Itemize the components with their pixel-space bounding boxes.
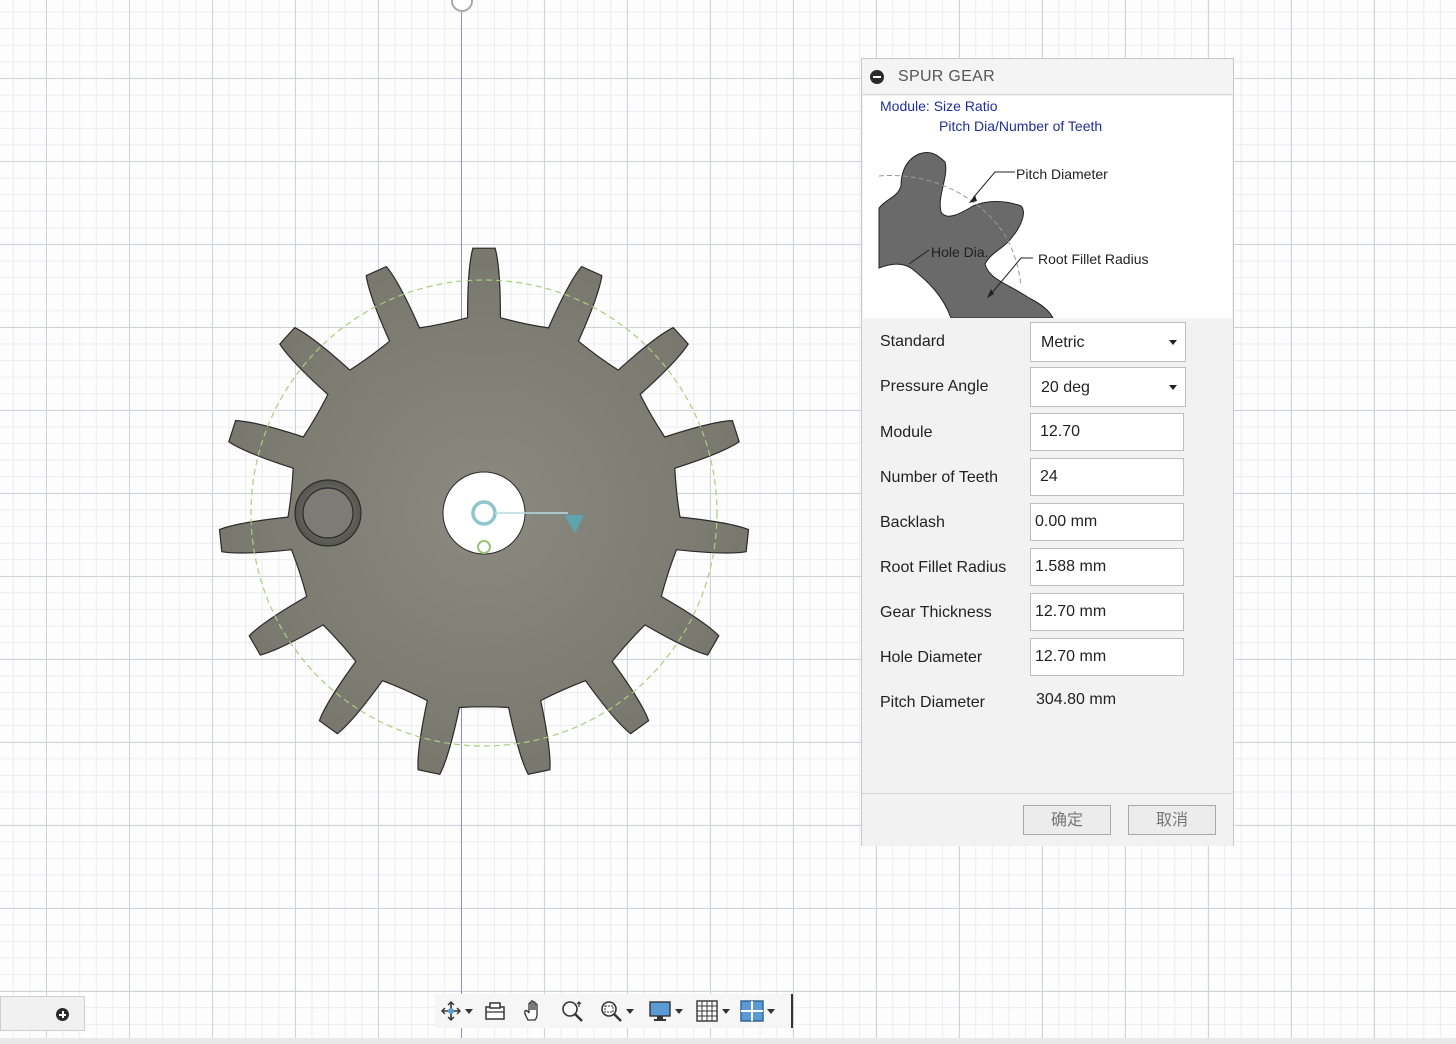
pan-icon xyxy=(524,1000,538,1021)
gear-thickness-label: Gear Thickness xyxy=(880,604,992,621)
help-text-line-1: Module: Size Ratio xyxy=(880,98,998,114)
pitch-diameter-value: 304.80 mm xyxy=(1036,691,1117,708)
pressure-angle-label: Pressure Angle xyxy=(880,378,989,395)
help-panel: Module: Size Ratio Pitch Dia/Number of T… xyxy=(863,96,1232,318)
root-fillet-radius-row: Root Fillet Radius 1.588 mm xyxy=(880,548,1220,588)
viewports-icon xyxy=(739,1000,764,1022)
display-settings-icon xyxy=(648,1001,671,1021)
diagram-label-hole-dia: Hole Dia. xyxy=(931,244,989,260)
plus-icon[interactable] xyxy=(56,1008,69,1021)
backlash-label: Backlash xyxy=(880,514,945,531)
zoom-tool[interactable] xyxy=(553,994,591,1028)
look-at-icon xyxy=(485,1002,505,1020)
orbit-tool[interactable] xyxy=(435,994,477,1028)
root-fillet-radius-input[interactable]: 1.588 mm xyxy=(1030,548,1184,586)
module-input[interactable]: 12.70 xyxy=(1030,413,1184,451)
browser-panel-collapsed xyxy=(0,996,85,1031)
chevron-down-icon xyxy=(1169,340,1177,345)
orbit-icon xyxy=(440,1001,461,1021)
collapse-icon[interactable] xyxy=(870,69,884,84)
fit-tool[interactable] xyxy=(591,994,641,1028)
look-at-tool[interactable] xyxy=(477,994,513,1028)
dialog-title: SPUR GEAR xyxy=(898,67,995,85)
grid-settings-tool[interactable] xyxy=(689,994,735,1028)
number-of-teeth-input[interactable]: 24 xyxy=(1030,458,1184,496)
pressure-angle-value: 20 deg xyxy=(1041,379,1090,396)
module-row: Module 12.70 xyxy=(880,413,1220,453)
help-text-line-2: Pitch Dia/Number of Teeth xyxy=(939,118,1103,134)
backlash-input[interactable]: 0.00 mm xyxy=(1030,503,1184,541)
viewports-tool[interactable] xyxy=(735,994,779,1028)
fit-icon xyxy=(600,1001,622,1022)
display-settings-tool[interactable] xyxy=(641,994,689,1028)
root-fillet-radius-label: Root Fillet Radius xyxy=(880,559,1007,576)
standard-dropdown[interactable]: Metric xyxy=(1030,322,1186,362)
hole-diameter-row: Hole Diameter 12.70 mm xyxy=(880,638,1220,678)
gear-thickness-input[interactable]: 12.70 mm xyxy=(1030,593,1184,631)
pitch-diameter-row: Pitch Diameter 304.80 mm xyxy=(880,683,1220,723)
view-cube-handle[interactable] xyxy=(451,0,473,12)
chevron-down-icon xyxy=(721,1008,730,1014)
standard-row: Standard Metric xyxy=(880,322,1220,362)
standard-label: Standard xyxy=(880,333,945,350)
status-strip xyxy=(0,1038,1456,1044)
hole-diameter-input[interactable]: 12.70 mm xyxy=(1030,638,1184,676)
gear-model[interactable] xyxy=(210,235,760,795)
standard-value: Metric xyxy=(1041,334,1085,351)
grid-settings-icon xyxy=(695,1000,718,1022)
hole-diameter-label: Hole Diameter xyxy=(880,649,983,666)
chevron-down-icon xyxy=(674,1008,683,1014)
spur-gear-dialog: SPUR GEAR Module: Size Ratio Pitch Dia/N… xyxy=(861,58,1234,846)
cancel-button[interactable]: 取消 xyxy=(1128,805,1216,835)
chevron-down-icon xyxy=(1169,385,1177,390)
pan-tool[interactable] xyxy=(513,994,553,1028)
diagram-label-pitch-diameter: Pitch Diameter xyxy=(1016,166,1108,182)
navigation-toolbar xyxy=(435,994,793,1028)
backlash-row: Backlash 0.00 mm xyxy=(880,503,1220,543)
chevron-down-icon xyxy=(625,1008,634,1014)
ok-button[interactable]: 确定 xyxy=(1023,805,1111,835)
chevron-down-icon xyxy=(464,1008,473,1014)
pressure-angle-row: Pressure Angle 20 deg xyxy=(880,367,1220,407)
dialog-footer: 确定 取消 xyxy=(862,793,1233,846)
chevron-down-icon xyxy=(766,1008,775,1014)
diagram-label-root-fillet-radius: Root Fillet Radius xyxy=(1038,251,1149,267)
zoom-icon xyxy=(562,1001,583,1022)
pressure-angle-dropdown[interactable]: 20 deg xyxy=(1030,367,1186,407)
hub-boss-inner xyxy=(302,487,354,539)
number-of-teeth-label: Number of Teeth xyxy=(880,469,998,486)
gear-thickness-row: Gear Thickness 12.70 mm xyxy=(880,593,1220,633)
number-of-teeth-row: Number of Teeth 24 xyxy=(880,458,1220,498)
module-label: Module xyxy=(880,424,933,441)
dialog-header: SPUR GEAR xyxy=(862,59,1233,95)
pitch-diameter-label: Pitch Diameter xyxy=(880,694,985,711)
origin-point[interactable] xyxy=(477,540,491,554)
canvas-viewport[interactable] xyxy=(0,0,1456,1044)
